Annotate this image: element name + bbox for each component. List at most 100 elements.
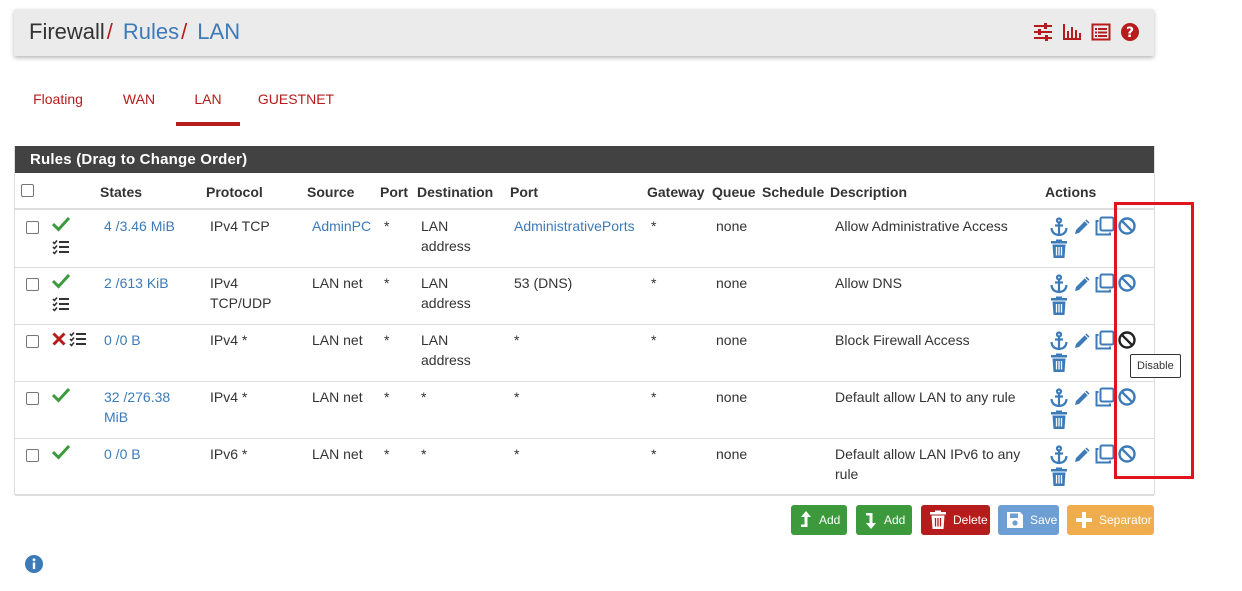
copy-icon[interactable] bbox=[1095, 387, 1115, 412]
gateway-cell: * bbox=[651, 332, 657, 348]
gateway-cell: * bbox=[651, 446, 657, 462]
destination-cell: * bbox=[421, 389, 427, 405]
copy-icon[interactable] bbox=[1095, 444, 1115, 469]
col-description: Description bbox=[830, 184, 908, 200]
breadcrumb-separator: / bbox=[181, 19, 188, 44]
states-link[interactable]: 2 /613 KiB bbox=[104, 273, 169, 293]
destination-cell: * bbox=[421, 446, 427, 462]
advanced-options-icon[interactable] bbox=[52, 239, 70, 260]
description-cell: Default allow LAN IPv6 to any rule bbox=[835, 446, 1021, 482]
pencil-icon[interactable] bbox=[1073, 444, 1093, 469]
delete-label: Delete bbox=[953, 513, 988, 527]
col-gateway: Gateway bbox=[647, 184, 705, 200]
source-port-cell: * bbox=[384, 446, 390, 462]
add-bottom-label: Add bbox=[884, 513, 906, 527]
add-bottom-button[interactable]: Add bbox=[856, 505, 912, 535]
tab-guestnet[interactable]: GUESTNET bbox=[250, 84, 342, 122]
dest-port-alias-link[interactable]: AdministrativePorts bbox=[514, 216, 635, 236]
description-cell: Allow DNS bbox=[835, 275, 902, 291]
pencil-icon[interactable] bbox=[1073, 387, 1093, 412]
protocol-cell: IPv6 * bbox=[210, 446, 248, 462]
col-schedule: Schedule bbox=[762, 184, 825, 200]
separator-button[interactable]: Separator bbox=[1067, 505, 1154, 535]
pass-check-icon bbox=[51, 216, 71, 237]
source-port-cell: * bbox=[384, 332, 390, 348]
dest-port-cell: 53 (DNS) bbox=[514, 275, 573, 291]
gateway-cell: * bbox=[651, 389, 657, 405]
info-icon[interactable] bbox=[24, 554, 44, 579]
row-select-checkbox[interactable] bbox=[26, 278, 39, 291]
dest-port-cell: * bbox=[514, 389, 520, 405]
row-select-checkbox[interactable] bbox=[26, 449, 39, 462]
tab-wan[interactable]: WAN bbox=[108, 84, 170, 122]
destination-cell: LAN address bbox=[421, 275, 471, 311]
states-link[interactable]: 0 /0 B bbox=[104, 330, 141, 350]
advanced-options-icon[interactable] bbox=[69, 331, 87, 352]
table-row[interactable]: 4 /3.46 MiB IPv4 TCP AdminPC * LAN addre… bbox=[15, 210, 1154, 268]
source-alias-link[interactable]: AdminPC bbox=[312, 216, 371, 236]
pass-check-icon bbox=[51, 387, 71, 408]
pencil-icon[interactable] bbox=[1073, 216, 1093, 241]
source-cell: LAN net bbox=[312, 275, 363, 291]
delete-button[interactable]: Delete bbox=[921, 505, 990, 535]
trash-icon bbox=[930, 510, 946, 529]
table-row[interactable]: 0 /0 B IPv4 * LAN net * LAN address * * … bbox=[15, 324, 1154, 382]
copy-icon[interactable] bbox=[1095, 216, 1115, 241]
tab-lan[interactable]: LAN bbox=[176, 84, 240, 126]
trash-icon[interactable] bbox=[1049, 410, 1069, 435]
bar-chart-icon[interactable] bbox=[1062, 22, 1082, 42]
list-icon[interactable] bbox=[1091, 22, 1111, 42]
add-top-button[interactable]: Add bbox=[791, 505, 847, 535]
trash-icon[interactable] bbox=[1049, 353, 1069, 378]
trash-icon[interactable] bbox=[1049, 239, 1069, 264]
row-select-checkbox[interactable] bbox=[26, 221, 39, 234]
trash-icon[interactable] bbox=[1049, 296, 1069, 321]
states-link[interactable]: 4 /3.46 MiB bbox=[104, 216, 175, 236]
tab-floating[interactable]: Floating bbox=[18, 84, 98, 122]
col-dest-port: Port bbox=[510, 184, 538, 200]
col-actions: Actions bbox=[1045, 184, 1097, 200]
rules-panel: Rules (Drag to Change Order) States Prot… bbox=[14, 146, 1155, 496]
add-top-label: Add bbox=[819, 513, 841, 527]
separator-label: Separator bbox=[1099, 513, 1152, 527]
row-select-checkbox[interactable] bbox=[26, 392, 39, 405]
destination-cell: LAN address bbox=[421, 218, 471, 254]
plus-icon bbox=[1076, 512, 1092, 528]
breadcrumb-rules-link[interactable]: Rules bbox=[123, 19, 179, 44]
sliders-icon[interactable] bbox=[1033, 22, 1053, 42]
queue-cell: none bbox=[716, 218, 748, 234]
pass-check-icon bbox=[51, 273, 71, 294]
row-select-checkbox[interactable] bbox=[26, 335, 39, 348]
source-cell: LAN net bbox=[312, 332, 363, 348]
block-x-icon bbox=[52, 332, 66, 351]
states-link[interactable]: 32 /276.38 MiB bbox=[104, 387, 184, 427]
gateway-cell: * bbox=[651, 218, 657, 234]
source-port-cell: * bbox=[384, 275, 390, 291]
select-all-checkbox[interactable] bbox=[21, 184, 34, 197]
dest-port-cell: * bbox=[514, 446, 520, 462]
help-icon[interactable]: ? bbox=[1120, 22, 1140, 42]
states-link[interactable]: 0 /0 B bbox=[104, 444, 141, 464]
col-states: States bbox=[100, 184, 143, 200]
pencil-icon[interactable] bbox=[1073, 273, 1093, 298]
source-port-cell: * bbox=[384, 218, 390, 234]
copy-icon[interactable] bbox=[1095, 330, 1115, 355]
table-row[interactable]: 32 /276.38 MiB IPv4 * LAN net * * * * no… bbox=[15, 381, 1154, 439]
copy-icon[interactable] bbox=[1095, 273, 1115, 298]
gateway-cell: * bbox=[651, 275, 657, 291]
col-source-port: Port bbox=[380, 184, 408, 200]
pencil-icon[interactable] bbox=[1073, 330, 1093, 355]
table-row[interactable]: 2 /613 KiB IPv4 TCP/UDP LAN net * LAN ad… bbox=[15, 267, 1154, 325]
description-cell: Block Firewall Access bbox=[835, 332, 970, 348]
save-button[interactable]: Save bbox=[998, 505, 1059, 535]
dest-port-cell: * bbox=[514, 332, 520, 348]
col-protocol: Protocol bbox=[206, 184, 263, 200]
advanced-options-icon[interactable] bbox=[52, 296, 70, 317]
save-label: Save bbox=[1030, 513, 1058, 527]
trash-icon[interactable] bbox=[1049, 467, 1069, 492]
source-cell: LAN net bbox=[312, 389, 363, 405]
destination-cell: LAN address bbox=[421, 332, 471, 368]
table-row[interactable]: 0 /0 B IPv6 * LAN net * * * * none Defau… bbox=[15, 438, 1154, 496]
breadcrumb-lan-link[interactable]: LAN bbox=[197, 19, 240, 44]
annotation-highlight-box bbox=[1114, 202, 1194, 479]
